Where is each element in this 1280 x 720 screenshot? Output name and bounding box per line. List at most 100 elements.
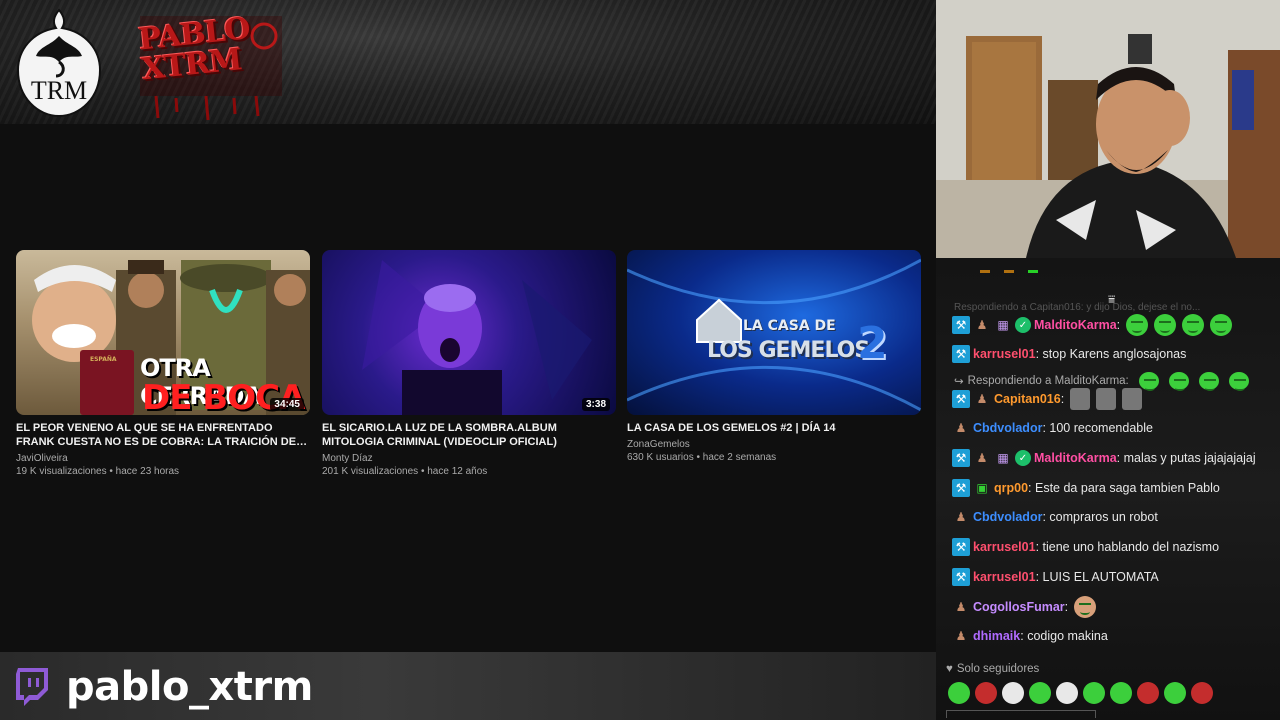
thumbnail-caption-bottom: LOS GEMELOS: [707, 338, 870, 363]
chat-message[interactable]: ⚒ ♟ ▦ ✓ MalditoKarma: malas y putas jaja…: [952, 447, 1256, 469]
moderator-badge-icon: ⚒: [952, 538, 970, 556]
video-meta: 630 K usuarios • hace 2 semanas: [627, 452, 777, 463]
moderator-badge-icon: ⚒: [952, 449, 970, 467]
video-card[interactable]: LA CASA DE LOS GEMELOS 2 LA CASA DE LOS …: [627, 250, 921, 464]
emote-icon: [1096, 388, 1117, 410]
chat-username[interactable]: Cbdvolador: [973, 510, 1042, 524]
verified-badge-icon: ✓: [1015, 317, 1031, 333]
emote-icon[interactable]: [1056, 682, 1078, 704]
chat-message-text: stop Karens anglosajonas: [1042, 347, 1187, 361]
emote-icon: [1154, 314, 1177, 336]
emote-icon: [1210, 314, 1233, 336]
emote-icon: [1122, 388, 1143, 410]
chat-message[interactable]: ⚒ karrusel01: LUIS EL AUTOMATA: [952, 566, 1159, 588]
stream-name-bar: pablo_xtrm: [0, 652, 936, 720]
chat-message-text: LUIS EL AUTOMATA: [1042, 570, 1159, 584]
subscriber-badge-icon: ♟: [955, 600, 967, 614]
reply-hint-text: Respondiendo a MalditoKarma:: [967, 375, 1129, 387]
video-meta: 201 K visualizaciones • hace 12 años: [322, 466, 488, 477]
emote-icon[interactable]: [1164, 682, 1186, 704]
emote-icon: [1070, 388, 1091, 410]
subscriber-badge-icon: ♟: [955, 629, 967, 643]
thumbnail-season-number: 2: [857, 318, 888, 369]
stream-banner: TRM PABLO XTRM: [0, 0, 936, 124]
reply-arrow-icon: ↪: [954, 376, 964, 388]
chat-username[interactable]: karrusel01: [973, 347, 1036, 361]
moderator-badge-icon: ⚒: [952, 316, 970, 334]
webcam-scene: [936, 0, 1280, 258]
video-title[interactable]: EL SICARIO.LA LUZ DE LA SOMBRA.ALBUM MIT…: [322, 421, 616, 449]
emote-icon[interactable]: [1137, 682, 1159, 704]
heart-icon: ♥: [946, 663, 953, 675]
video-thumbnail[interactable]: ESPAÑA OTRA CERRADA DE BOCA 34:45: [16, 250, 310, 415]
subscriber-badge-icon: ♟: [976, 392, 988, 406]
chat-username[interactable]: karrusel01: [973, 540, 1036, 554]
video-channel[interactable]: Monty Díaz: [322, 452, 616, 465]
emote-icon[interactable]: [975, 682, 997, 704]
chat-message-text: 100 recomendable: [1049, 421, 1153, 435]
chat-message[interactable]: ♟ Cbdvolador: 100 recomendable: [952, 417, 1153, 439]
video-duration: 3:38: [581, 398, 610, 411]
chat-input[interactable]: [946, 710, 1096, 718]
verified-badge-icon: ✓: [1015, 450, 1031, 466]
emote-icon[interactable]: [1083, 682, 1105, 704]
gift-badge-icon: ▦: [997, 451, 1009, 465]
thumbnail-caption-top: LA CASA DE: [743, 318, 836, 334]
moderator-badge-icon: ⚒: [952, 479, 970, 497]
emote-icon[interactable]: [1002, 682, 1024, 704]
chat-message[interactable]: ♟ CogollosFumar:: [952, 596, 1097, 618]
webcam-feed: [936, 0, 1280, 258]
emote-icon: [1168, 372, 1189, 391]
chat-indicators: [980, 270, 1038, 274]
video-title[interactable]: EL PEOR VENENO AL QUE SE HA ENFRENTADO F…: [16, 421, 310, 449]
video-thumbnail[interactable]: 3:38: [322, 250, 616, 415]
chat-username[interactable]: MalditoKarma: [1034, 318, 1117, 332]
passport-label: ESPAÑA: [90, 356, 117, 363]
chat-username[interactable]: karrusel01: [973, 570, 1036, 584]
chat-message-text: Este da para saga tambien Pablo: [1035, 481, 1220, 495]
chat-message[interactable]: ⚒ ▣ qrp00: Este da para saga tambien Pab…: [952, 477, 1220, 499]
chat-message[interactable]: ⚒ ♟ Capitan016:: [952, 388, 1143, 410]
emote-icon: [1126, 314, 1149, 336]
chat-username[interactable]: MalditoKarma: [1034, 451, 1117, 465]
chat-message-text: malas y putas jajajajajaj: [1123, 451, 1256, 465]
emote-icon: [1198, 372, 1219, 391]
chat-message[interactable]: ♟ dhimaik: codigo makina: [952, 625, 1108, 647]
video-channel[interactable]: JaviOliveira: [16, 452, 310, 465]
thumbnail-art: [362, 260, 592, 415]
reply-preview: Respondiendo a Capitan016: y dijo Dios, …: [954, 302, 1201, 313]
video-meta: 19 K visualizaciones • hace 23 horas: [16, 466, 180, 477]
subscriber-badge-icon: ♟: [955, 510, 967, 524]
chat-message-text: compraros un robot: [1049, 510, 1158, 524]
emote-icon[interactable]: [1110, 682, 1132, 704]
chat-message[interactable]: ⚒ karrusel01: stop Karens anglosajonas: [952, 343, 1186, 365]
chat-username[interactable]: CogollosFumar: [973, 600, 1065, 614]
emote-icon[interactable]: [1029, 682, 1051, 704]
chat-message[interactable]: ♟ Cbdvolador: compraros un robot: [952, 506, 1158, 528]
video-title[interactable]: LA CASA DE LOS GEMELOS #2 | DÍA 14: [627, 421, 921, 435]
video-thumbnail[interactable]: LA CASA DE LOS GEMELOS 2: [627, 250, 921, 415]
stream-channel-name: pablo_xtrm: [66, 664, 313, 710]
emote-icon: [1228, 372, 1249, 391]
chat-message-text: tiene uno hablando del nazismo: [1042, 540, 1220, 554]
emote-bar[interactable]: [948, 682, 1213, 704]
chat-username[interactable]: Capitan016: [994, 392, 1061, 406]
followers-only-notice: ♥ Solo seguidores: [946, 663, 1039, 675]
subscriber-badge-icon: ♟: [955, 421, 967, 435]
video-card[interactable]: ESPAÑA OTRA CERRADA DE BOCA 34:45 EL PEO…: [16, 250, 310, 478]
chat-username[interactable]: qrp00: [994, 481, 1028, 495]
bits-badge-icon: ▣: [976, 481, 988, 495]
video-grid-area: ESPAÑA OTRA CERRADA DE BOCA 34:45 EL PEO…: [0, 124, 936, 652]
chat-username[interactable]: Cbdvolador: [973, 421, 1042, 435]
chat-message[interactable]: ⚒ ♟ ▦ ✓ MalditoKarma:: [952, 314, 1233, 336]
chat-message[interactable]: ⚒ karrusel01: tiene uno hablando del naz…: [952, 536, 1219, 558]
chat-username[interactable]: dhimaik: [973, 629, 1020, 643]
moderator-badge-icon: ⚒: [952, 390, 970, 408]
moderator-badge-icon: ⚒: [952, 345, 970, 363]
subscriber-badge-icon: ♟: [976, 318, 988, 332]
emote-icon[interactable]: [948, 682, 970, 704]
video-card[interactable]: 3:38 EL SICARIO.LA LUZ DE LA SOMBRA.ALBU…: [322, 250, 616, 478]
moderator-badge-icon: ⚒: [952, 568, 970, 586]
emote-icon[interactable]: [1191, 682, 1213, 704]
video-channel[interactable]: ZonaGemelos: [627, 438, 921, 451]
